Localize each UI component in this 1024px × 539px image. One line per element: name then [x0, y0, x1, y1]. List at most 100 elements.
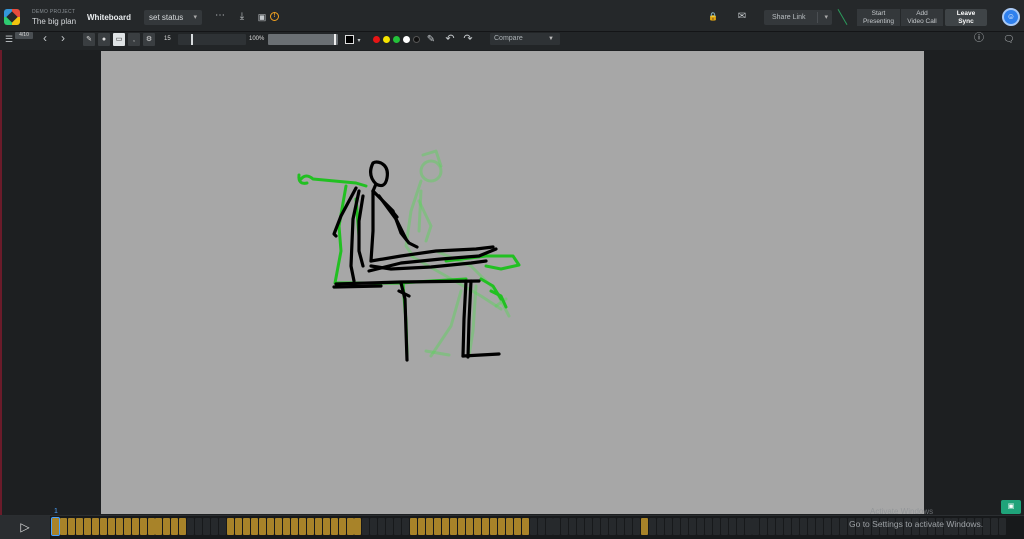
- eyedropper-icon[interactable]: ✎: [426, 35, 436, 45]
- timeline-frame-filled[interactable]: [450, 518, 457, 535]
- timeline-frame-empty[interactable]: [800, 518, 808, 535]
- timeline-frame-empty[interactable]: [545, 518, 553, 535]
- chat-icon[interactable]: ▣: [1001, 500, 1021, 514]
- leave-sync-button[interactable]: Leave Sync: [945, 9, 987, 26]
- timeline-frame-empty[interactable]: [776, 518, 784, 535]
- timeline-frame-filled[interactable]: [641, 518, 649, 535]
- eraser-tool-icon[interactable]: ▭: [113, 33, 125, 46]
- timeline-frame-filled[interactable]: [179, 518, 187, 535]
- timeline-frame-empty[interactable]: [728, 518, 736, 535]
- fill-color-swatch[interactable]: [345, 35, 354, 44]
- timeline-frame-filled[interactable]: [163, 518, 171, 535]
- timeline-frame-filled[interactable]: [457, 518, 465, 535]
- timeline-frame-filled[interactable]: [282, 518, 290, 535]
- board-title[interactable]: Whiteboard: [87, 13, 131, 22]
- timeline-frame-filled[interactable]: [314, 518, 322, 535]
- timeline-frame-filled[interactable]: [354, 518, 362, 535]
- image-icon[interactable]: ▣: [256, 12, 268, 22]
- more-icon[interactable]: ⋯: [214, 11, 226, 21]
- timeline-frame-empty[interactable]: [633, 518, 641, 535]
- timeline-frame-filled[interactable]: [59, 518, 67, 535]
- slider-handle[interactable]: [334, 34, 336, 45]
- timeline-frame-empty[interactable]: [569, 518, 577, 535]
- download-icon[interactable]: ⤓: [236, 12, 248, 22]
- timeline-frame-filled[interactable]: [521, 518, 529, 535]
- compare-dropdown[interactable]: Compare ▼: [490, 33, 560, 45]
- timeline-frame-empty[interactable]: [808, 518, 816, 535]
- timeline-frame-empty[interactable]: [816, 518, 824, 535]
- pen-tool-icon[interactable]: ✎: [83, 33, 95, 46]
- timeline-frame-empty[interactable]: [649, 518, 656, 535]
- start-presenting-button[interactable]: Start Presenting: [857, 9, 900, 26]
- timeline-frame-filled[interactable]: [418, 518, 426, 535]
- timeline-frame-empty[interactable]: [219, 518, 227, 535]
- timeline-frame-filled[interactable]: [338, 518, 346, 535]
- timeline-frame-empty[interactable]: [720, 518, 728, 535]
- chevron-down-icon[interactable]: ▾: [356, 36, 362, 46]
- timeline-frame-filled[interactable]: [513, 518, 521, 535]
- timeline-frame-empty[interactable]: [529, 518, 537, 535]
- timeline-frame-filled[interactable]: [274, 518, 282, 535]
- undo-icon[interactable]: ↶: [445, 34, 455, 45]
- timeline-frame-filled[interactable]: [91, 518, 99, 535]
- set-status-dropdown[interactable]: set status ▾: [144, 10, 202, 25]
- timeline-frame-filled[interactable]: [147, 518, 155, 535]
- timeline-frame-filled[interactable]: [243, 518, 251, 535]
- timeline-frame-empty[interactable]: [362, 518, 370, 535]
- add-video-call-button[interactable]: Add Video Call: [901, 9, 943, 26]
- previous-frame-icon[interactable]: ‹: [40, 32, 50, 44]
- timeline-frame-empty[interactable]: [537, 518, 545, 535]
- timeline-frame-empty[interactable]: [386, 518, 394, 535]
- warning-icon[interactable]: !: [270, 12, 279, 21]
- timeline-frame-empty[interactable]: [744, 518, 752, 535]
- slider-handle[interactable]: [191, 34, 193, 45]
- timeline-frame-filled[interactable]: [131, 518, 139, 535]
- timeline-frame-filled[interactable]: [330, 518, 338, 535]
- timeline-frame-filled[interactable]: [251, 518, 258, 535]
- timeline-frame-filled[interactable]: [67, 518, 75, 535]
- list-icon[interactable]: ☰: [4, 34, 14, 44]
- timeline-frame-empty[interactable]: [609, 518, 617, 535]
- timeline-frame-filled[interactable]: [107, 518, 115, 535]
- timeline-frame-empty[interactable]: [792, 518, 800, 535]
- timeline-frame-filled[interactable]: [235, 518, 243, 535]
- timeline-frame-filled[interactable]: [505, 518, 513, 535]
- timeline-frame-filled[interactable]: [139, 518, 147, 535]
- timeline-frame-empty[interactable]: [991, 518, 999, 535]
- color-white[interactable]: [403, 36, 410, 43]
- brush-tool-icon[interactable]: ●: [98, 33, 110, 46]
- timeline-frame-filled[interactable]: [434, 518, 442, 535]
- timeline-frame-filled[interactable]: [258, 518, 266, 535]
- drawing-canvas[interactable]: [101, 51, 924, 514]
- timeline-frame-empty[interactable]: [704, 518, 712, 535]
- timeline-frame-filled[interactable]: [489, 518, 497, 535]
- timeline-frame-empty[interactable]: [203, 518, 211, 535]
- timeline-frame-filled[interactable]: [227, 518, 235, 535]
- timeline-frame-empty[interactable]: [999, 518, 1007, 535]
- timeline-frame-empty[interactable]: [840, 518, 848, 535]
- timeline-frame-empty[interactable]: [187, 518, 195, 535]
- timeline-frame-empty[interactable]: [593, 518, 601, 535]
- timeline-frame-empty[interactable]: [625, 518, 633, 535]
- info-icon[interactable]: ⓘ: [974, 34, 984, 44]
- brush-size-slider[interactable]: [178, 34, 246, 45]
- timeline-frame-empty[interactable]: [784, 518, 792, 535]
- timeline-frame-filled[interactable]: [75, 518, 83, 535]
- color-red[interactable]: [373, 36, 380, 43]
- timeline-frame-filled[interactable]: [442, 518, 450, 535]
- timeline-frame-empty[interactable]: [656, 518, 664, 535]
- timeline-frame-filled[interactable]: [346, 518, 354, 535]
- timeline-frame-filled[interactable]: [171, 518, 179, 535]
- timeline-frame-filled[interactable]: [322, 518, 330, 535]
- lock-icon[interactable]: 🔒: [707, 12, 719, 22]
- timeline-frame-filled[interactable]: [465, 518, 473, 535]
- timeline-frame-empty[interactable]: [736, 518, 744, 535]
- timeline-frame-empty[interactable]: [768, 518, 776, 535]
- timeline-frame-empty[interactable]: [983, 518, 991, 535]
- timeline-frame-empty[interactable]: [211, 518, 219, 535]
- comment-icon[interactable]: 🗨: [1003, 34, 1015, 44]
- timeline-frame-empty[interactable]: [561, 518, 569, 535]
- opacity-slider[interactable]: [268, 34, 338, 45]
- timeline-frame-filled[interactable]: [497, 518, 505, 535]
- chevron-down-icon[interactable]: ▾: [824, 10, 828, 25]
